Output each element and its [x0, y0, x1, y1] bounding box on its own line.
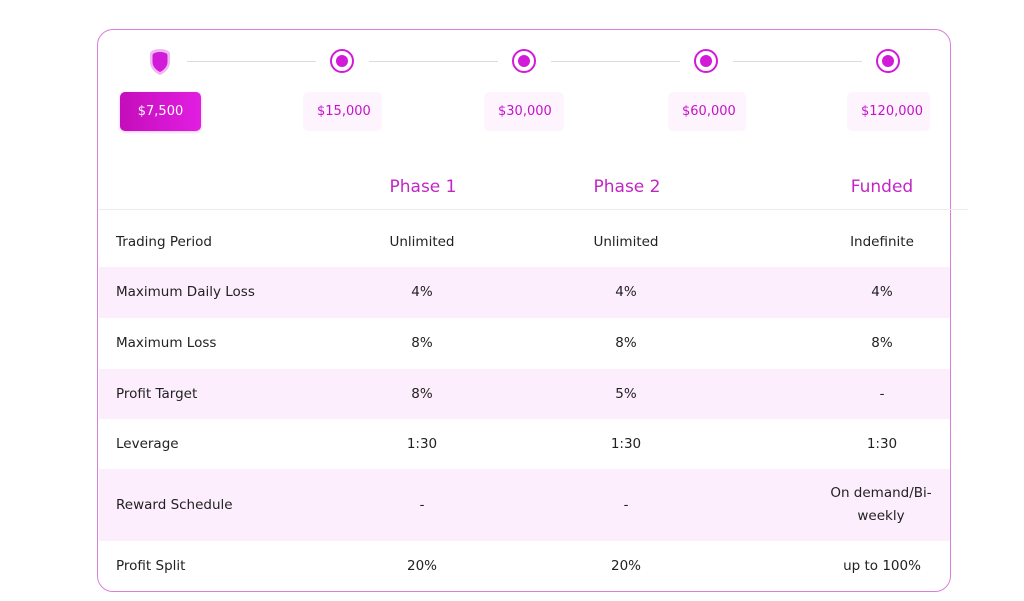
- selected-step-icon[interactable]: [148, 48, 172, 76]
- table-row: Reward Schedule - - On demand/Bi-weekly: [99, 469, 950, 541]
- table-row: Profit Target 8% 5% -: [99, 369, 950, 419]
- stepper-connector: [187, 61, 316, 62]
- cell-phase2: 4%: [615, 284, 637, 300]
- cell-phase2: 1:30: [610, 435, 642, 452]
- cell-phase1: 8%: [411, 385, 433, 402]
- cell-funded: 8%: [871, 335, 893, 351]
- cell-funded: Indefinite: [850, 234, 914, 250]
- header-phase-1: Phase 1: [389, 177, 457, 197]
- cell-phase2: -: [623, 496, 629, 513]
- cell-funded: 4%: [871, 284, 893, 300]
- header-phase-2: Phase 2: [593, 177, 661, 197]
- table-row: Maximum Loss 8% 8% 8%: [99, 318, 950, 369]
- step-dot-icon: [518, 55, 530, 67]
- table-row: Maximum Daily Loss 4% 4% 4%: [99, 267, 950, 318]
- cell-funded: On demand/Bi-weekly: [830, 485, 932, 524]
- cell-phase2: 20%: [610, 557, 641, 574]
- cell-phase2: 8%: [615, 335, 637, 351]
- table-row: Profit Split 20% 20% up to 100%: [99, 541, 950, 591]
- amount-button-30000[interactable]: $30,000: [484, 92, 564, 131]
- row-label: Trading Period: [116, 234, 212, 250]
- step-node[interactable]: [330, 49, 354, 73]
- table-row: Trading Period Unlimited Unlimited Indef…: [99, 218, 950, 267]
- amount-button-60000[interactable]: $60,000: [668, 92, 746, 131]
- header-funded: Funded: [850, 177, 914, 197]
- header-divider: [98, 209, 968, 210]
- cell-phase1: 20%: [406, 557, 437, 574]
- cell-phase1: 4%: [411, 284, 433, 300]
- cell-phase1: -: [419, 496, 425, 513]
- amount-button-120000[interactable]: $120,000: [847, 92, 930, 131]
- cell-phase1: Unlimited: [389, 234, 455, 250]
- cell-phase1: 1:30: [406, 435, 438, 452]
- row-label: Profit Target: [116, 385, 198, 402]
- step-node[interactable]: [512, 49, 536, 73]
- step-node[interactable]: [876, 49, 900, 73]
- step-dot-icon: [336, 55, 348, 67]
- amount-button-7500[interactable]: $7,500: [120, 92, 201, 131]
- stepper-connector: [369, 61, 498, 62]
- row-label: Maximum Daily Loss: [116, 284, 255, 300]
- row-label: Reward Schedule: [116, 496, 233, 513]
- cell-funded: up to 100%: [843, 557, 921, 574]
- cell-funded: -: [879, 385, 885, 402]
- table-row: Leverage 1:30 1:30 1:30: [99, 419, 950, 469]
- step-node[interactable]: [694, 49, 718, 73]
- amount-button-15000[interactable]: $15,000: [303, 92, 382, 131]
- step-dot-icon: [882, 55, 894, 67]
- cell-phase2: Unlimited: [593, 234, 659, 250]
- stepper-connector: [551, 61, 680, 62]
- row-label: Profit Split: [116, 557, 186, 574]
- row-label: Leverage: [116, 435, 179, 452]
- step-dot-icon: [700, 55, 712, 67]
- cell-funded: 1:30: [866, 435, 898, 452]
- row-label: Maximum Loss: [116, 335, 217, 351]
- stepper-connector: [733, 61, 862, 62]
- cell-phase1: 8%: [411, 335, 433, 351]
- cell-phase2: 5%: [615, 385, 637, 402]
